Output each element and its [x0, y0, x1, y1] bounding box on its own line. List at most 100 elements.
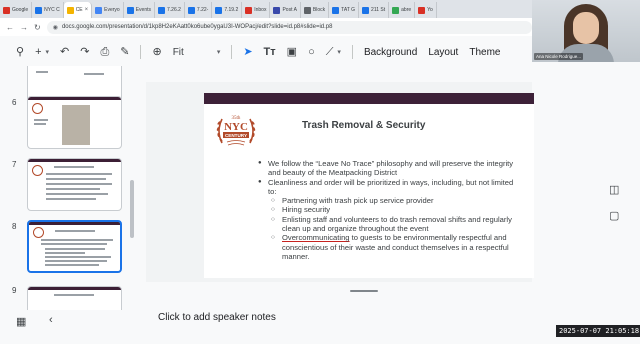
print-icon[interactable]: ⎙ [100, 46, 109, 58]
timestamp-overlay: 2025-07-07 21:05:18 [556, 325, 640, 337]
tab-label: Inbox [254, 7, 267, 13]
collapse-filmstrip-icon[interactable]: ‹ [49, 314, 53, 326]
logo-text-line2: NYC [224, 121, 248, 133]
tab-favicon-icon [3, 6, 10, 14]
tab-favicon-icon [332, 6, 340, 14]
site-info-icon[interactable]: ◉ [53, 24, 58, 31]
image-icon[interactable]: ▣ [287, 46, 297, 58]
slide-thumbnail-9[interactable] [27, 286, 122, 310]
tab-label: Everyo [104, 7, 120, 13]
tab-favicon-icon [418, 6, 426, 14]
tab-label: 7.22- [196, 7, 209, 13]
zoom-icon[interactable]: ⊕ [152, 46, 161, 58]
tab-favicon-icon [126, 6, 134, 14]
browser-tab[interactable]: 7.26.2 [155, 2, 185, 18]
slide-title: Trash Removal & Security [302, 120, 426, 131]
back-icon[interactable]: ← [6, 23, 14, 32]
slide-number: 8 [12, 222, 17, 231]
slide-filmstrip: 6 7 8 9 [0, 66, 136, 310]
layout-button[interactable]: Layout [428, 47, 458, 58]
slide-number: 9 [12, 286, 17, 295]
browser-tab[interactable]: abre [389, 2, 416, 18]
paint-format-icon[interactable]: ✎ [120, 46, 129, 58]
tab-label: Block [312, 7, 326, 13]
nyc-century-logo: 35th NYC CENTURY [216, 116, 256, 146]
tab-favicon-icon [303, 6, 311, 14]
logo-text-line3: CENTURY [225, 133, 247, 138]
address-row: ← → ↻ ◉ docs.google.com/presentation/d/1… [0, 18, 532, 36]
bullet-item: We follow the “Leave No Trace” philosoph… [256, 159, 516, 178]
browser-tab-strip: Google NYC C CE × Everyo Events 7.26.2 7.22- 7.1… [0, 0, 532, 18]
browser-tab[interactable]: Inbox [242, 2, 271, 18]
browser-tab[interactable]: Everyo [92, 2, 124, 18]
tab-label: Post A [282, 7, 297, 13]
person-face [573, 12, 599, 44]
chat-icon[interactable]: ▢ [609, 209, 619, 222]
tab-label: NYC C [44, 7, 60, 13]
tab-label: Google [12, 7, 29, 13]
tab-close-icon[interactable]: × [85, 7, 89, 13]
tab-label: Events [135, 7, 152, 13]
tab-favicon-icon [95, 6, 103, 14]
slide-number: 7 [12, 160, 17, 169]
slide-thumbnail-6[interactable] [27, 96, 122, 149]
tab-favicon-icon [215, 6, 223, 14]
address-bar[interactable]: ◉ docs.google.com/presentation/d/1kp8H2e… [46, 20, 532, 34]
browser-tab[interactable]: Events [124, 2, 156, 18]
side-panel: ◫ ▢ [600, 175, 630, 235]
slide-thumbnail-7[interactable] [27, 158, 122, 211]
line-icon[interactable]: ⟋ [326, 46, 334, 58]
shape-icon[interactable]: ○ [308, 46, 315, 58]
select-cursor-icon[interactable]: ➤ [243, 46, 252, 58]
bullet-item: Cleanliness and order will be prioritize… [256, 178, 516, 197]
slide-bullet-list: We follow the “Leave No Trace” philosoph… [256, 159, 516, 261]
browser-tab[interactable]: Post A [270, 2, 301, 18]
webcam-name-label: Ana Nicole Rodrigue... [534, 53, 584, 60]
tab-favicon-icon [35, 6, 43, 14]
sub-bullet-item: Enlisting staff and volunteers to do tra… [256, 215, 516, 234]
reload-icon[interactable]: ↻ [34, 23, 41, 32]
filmstrip-scrollbar[interactable] [130, 180, 134, 238]
tab-label: TAT G [341, 7, 356, 13]
tab-favicon-icon [158, 6, 166, 14]
tab-label: Yo [427, 7, 433, 13]
slide-canvas[interactable]: 35th NYC CENTURY Trash Removal & Securit… [204, 93, 534, 278]
undo-icon[interactable]: ↶ [60, 46, 69, 58]
new-slide-icon[interactable]: + [35, 46, 41, 58]
redo-icon[interactable]: ↷ [80, 46, 89, 58]
tab-favicon-icon [66, 6, 74, 14]
new-slide-dropdown-icon[interactable]: ▾ [46, 48, 50, 56]
grid-view-icon[interactable]: ▦ [16, 315, 26, 328]
webcam-overlay: Ana Nicole Rodrigue... [532, 0, 640, 62]
screen: Google NYC C CE × Everyo Events 7.26.2 7.22- 7.1… [0, 0, 640, 344]
browser-tab[interactable]: Google [0, 2, 33, 18]
browser-tab[interactable]: 7.19.2 [212, 2, 243, 18]
browser-tab[interactable]: CE × [63, 2, 93, 18]
underlined-word: Overcommunicating [282, 233, 350, 243]
notes-resize-handle[interactable] [350, 290, 378, 292]
browser-tab[interactable]: Block [301, 2, 330, 18]
toolbar-divider [140, 45, 142, 59]
text-box-icon[interactable]: Tт [264, 46, 276, 58]
toolbar-divider [231, 45, 233, 59]
forward-icon[interactable]: → [20, 23, 28, 32]
browser-tab[interactable]: 7.22- [185, 2, 213, 18]
browser-tab[interactable]: NYC C [32, 2, 64, 18]
line-dropdown-icon[interactable]: ▾ [337, 48, 341, 56]
theme-button[interactable]: Theme [469, 47, 500, 58]
zoom-dropdown-icon[interactable]: ▾ [217, 48, 221, 56]
browser-tab[interactable]: 211 St [359, 2, 390, 18]
browser-tab[interactable]: TAT G [329, 2, 360, 18]
tab-favicon-icon [245, 6, 253, 14]
search-menus-icon[interactable]: ⚲ [16, 46, 24, 58]
speaker-notes[interactable]: Click to add speaker notes [146, 300, 532, 336]
browser-tab[interactable]: Yo [415, 2, 437, 18]
background-button[interactable]: Background [364, 47, 417, 58]
share-screen-icon[interactable]: ◫ [609, 183, 619, 196]
tab-favicon-icon [362, 6, 370, 14]
tab-favicon-icon [392, 6, 400, 14]
speaker-notes-placeholder: Click to add speaker notes [158, 312, 276, 323]
zoom-select[interactable]: Fit [173, 47, 184, 58]
tab-label: 211 St [371, 7, 386, 13]
slide-thumbnail-8[interactable] [27, 220, 122, 273]
